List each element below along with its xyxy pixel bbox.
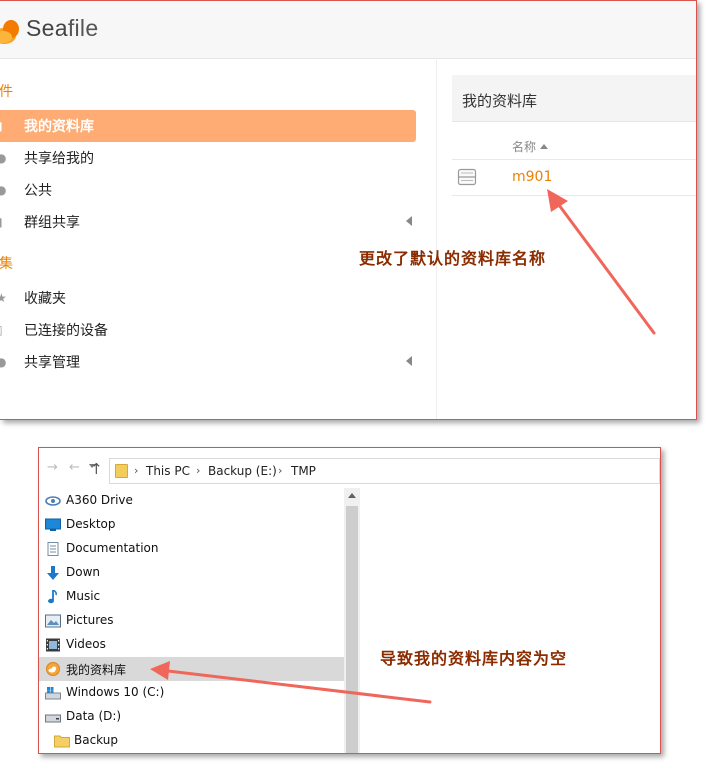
expand-arrow-icon[interactable] <box>406 216 412 226</box>
sidebar-item-label: 已连接的设备 <box>24 323 108 339</box>
tree-item-my-library[interactable]: 我的资料库 <box>39 657 344 681</box>
share-admin-icon: ● <box>0 355 6 369</box>
library-name-link[interactable]: m901 <box>512 169 552 185</box>
drive-icon <box>45 714 61 723</box>
sidebar-item-label: 共享管理 <box>24 355 80 371</box>
tree-item-desktop[interactable]: Desktop <box>39 513 344 537</box>
desktop-icon <box>45 518 61 531</box>
breadcrumb-separator-icon[interactable]: › <box>196 464 200 477</box>
folder-icon <box>54 735 70 748</box>
expand-arrow-icon[interactable] <box>406 356 412 366</box>
tree-item-backup-folder[interactable]: Backup <box>39 729 344 753</box>
sidebar-item-label: 公共 <box>24 183 52 199</box>
annotation-bottom: 导致我的资料库内容为空 <box>380 649 568 668</box>
scrollbar-thumb[interactable] <box>346 506 358 753</box>
tree-item-pictures[interactable]: Pictures <box>39 609 344 633</box>
sidebar-item-share-admin[interactable]: ● 共享管理 <box>0 346 416 378</box>
folder-icon <box>115 464 128 478</box>
tree-item-label: Documentation <box>66 541 159 555</box>
tree-item-documentation[interactable]: Documentation <box>39 537 344 561</box>
sidebar-item-linked-devices[interactable]: ▯ 已连接的设备 <box>0 314 416 346</box>
star-icon: ★ <box>0 291 7 305</box>
back-arrow-icon[interactable]: → <box>47 460 58 475</box>
system-drive-icon <box>45 687 61 700</box>
column-header-label: 名称 <box>512 140 537 154</box>
explorer-window: → ← ↑ › This PC › Backup (E:) › TMP A360… <box>38 447 661 754</box>
public-icon: ● <box>0 183 6 197</box>
cloud-drive-icon <box>45 496 61 506</box>
tree-item-music[interactable]: Music <box>39 585 344 609</box>
group-icon: ▮ <box>0 215 6 229</box>
tree-item-label: Videos <box>66 637 106 651</box>
sidebar-item-label: 群组共享 <box>24 215 80 231</box>
sidebar-item-public[interactable]: ● 公共 <box>0 174 416 206</box>
sidebar-item-favorites[interactable]: ★ 收藏夹 <box>0 282 416 314</box>
forward-arrow-icon[interactable]: ← <box>69 460 80 475</box>
tree-item-a360-drive[interactable]: A360 Drive <box>39 489 344 513</box>
navigation-tree: A360 Drive Desktop Documentation Down Mu… <box>39 488 344 753</box>
tree-item-down[interactable]: Down <box>39 561 344 585</box>
sidebar-section-tools: 集 <box>0 256 13 272</box>
tree-item-label: Desktop <box>66 517 116 531</box>
tree-item-label: A360 Drive <box>66 493 133 507</box>
seafile-library-icon <box>46 662 60 676</box>
videos-icon <box>46 638 60 652</box>
breadcrumb-backup-drive[interactable]: Backup (E:) <box>208 464 277 478</box>
file-list-pane[interactable] <box>360 488 660 753</box>
sidebar-section-files: 件 <box>0 84 13 100</box>
share-icon: ● <box>0 151 6 165</box>
sidebar-item-my-libraries[interactable]: ▮ 我的资料库 <box>0 110 416 142</box>
download-icon <box>47 566 59 580</box>
table-divider <box>452 195 696 196</box>
brand-suffix: file <box>67 15 99 41</box>
library-icon: ▮ <box>0 119 6 133</box>
sort-ascending-icon <box>540 144 549 149</box>
table-divider <box>452 159 696 160</box>
sidebar-item-label: 收藏夹 <box>24 291 66 307</box>
seafile-sidebar: 件 ▮ 我的资料库 ● 共享给我的 ● 公共 ▮ 群组共享 集 ★ 收藏夹 ▯ … <box>0 60 437 419</box>
main-title-bar: 我的资料库 <box>452 75 696 122</box>
seafile-window: Seafile 件 ▮ 我的资料库 ● 共享给我的 ● 公共 ▮ 群组共享 集 … <box>0 0 697 420</box>
breadcrumb-separator-icon[interactable]: › <box>278 464 282 477</box>
library-box-icon <box>457 168 477 186</box>
document-icon <box>47 542 59 556</box>
tree-item-label: 我的资料库 <box>66 663 127 677</box>
column-header-name[interactable]: 名称 <box>512 138 549 155</box>
tree-item-label: Data (D:) <box>66 709 122 723</box>
pictures-icon <box>45 614 61 628</box>
tree-item-label: Down <box>66 565 101 579</box>
breadcrumb-tmp[interactable]: TMP <box>291 464 316 478</box>
breadcrumb-separator-icon[interactable]: › <box>134 464 138 477</box>
explorer-navbar: → ← ↑ › This PC › Backup (E:) › TMP <box>39 448 660 484</box>
tree-item-label: Backup <box>74 733 118 747</box>
up-arrow-icon[interactable]: ↑ <box>90 460 103 478</box>
tree-item-label: Music <box>66 589 101 603</box>
annotation-top: 更改了默认的资料库名称 <box>359 249 547 268</box>
music-icon <box>48 590 57 604</box>
tree-item-data-d[interactable]: Data (D:) <box>39 705 344 729</box>
address-bar[interactable]: › This PC › Backup (E:) › TMP <box>109 458 660 484</box>
tree-item-label: Windows 10 (C:) <box>66 685 165 699</box>
tree-scrollbar[interactable] <box>344 488 360 753</box>
brand-prefix: Sea <box>26 15 68 41</box>
device-icon: ▯ <box>0 323 6 337</box>
sidebar-item-shared-with-me[interactable]: ● 共享给我的 <box>0 142 416 174</box>
sidebar-item-group-shares[interactable]: ▮ 群组共享 <box>0 206 416 238</box>
page-title: 我的资料库 <box>462 92 538 110</box>
seafile-logo-icon <box>0 20 19 44</box>
seafile-brand[interactable]: Seafile <box>26 15 98 42</box>
sidebar-item-label: 共享给我的 <box>24 151 94 167</box>
tree-item-windows-c[interactable]: Windows 10 (C:) <box>39 681 344 705</box>
sidebar-item-label: 我的资料库 <box>24 119 94 135</box>
seafile-header: Seafile <box>0 1 696 59</box>
tree-item-videos[interactable]: Videos <box>39 633 344 657</box>
breadcrumb-this-pc[interactable]: This PC <box>146 464 190 478</box>
scroll-up-icon[interactable] <box>348 493 356 498</box>
tree-item-label: Pictures <box>66 613 114 627</box>
